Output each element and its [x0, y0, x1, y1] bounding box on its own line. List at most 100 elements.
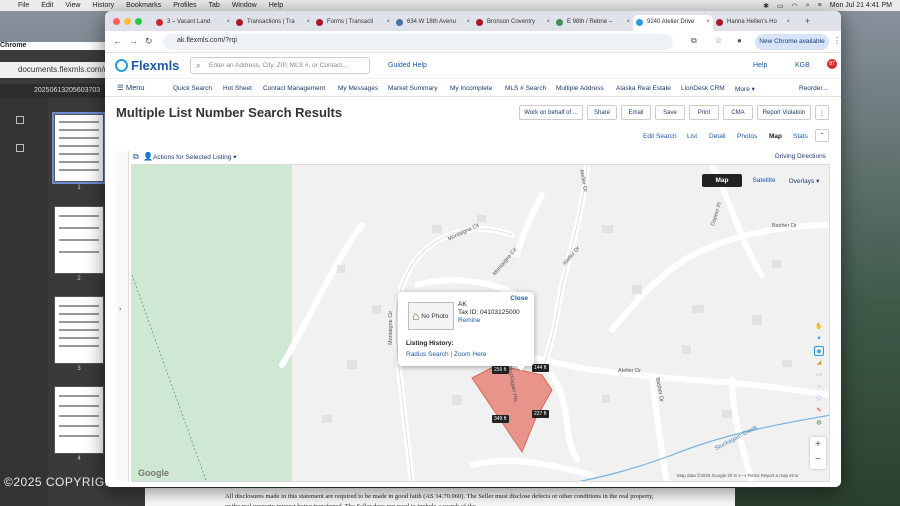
view-stats[interactable]: Stats — [793, 133, 808, 140]
zoom-here-link[interactable]: Zoom Here — [454, 351, 487, 358]
menu-help[interactable]: Help — [269, 2, 283, 9]
page-thumbnail[interactable] — [54, 206, 104, 274]
view-edit-search[interactable]: Edit Search — [643, 133, 677, 140]
circle-draw-icon[interactable]: ◉ — [814, 346, 824, 356]
forward-icon[interactable]: → — [129, 36, 138, 46]
expand-panel-chevron-icon[interactable]: › — [119, 306, 121, 313]
menu-history[interactable]: History — [92, 2, 114, 9]
menu-file[interactable]: File — [18, 2, 29, 9]
menu-view[interactable]: View — [65, 2, 80, 9]
remine-link[interactable]: Remine — [458, 317, 480, 324]
close-tab-icon[interactable]: × — [626, 19, 630, 25]
menu-bookmarks[interactable]: Bookmarks — [126, 2, 161, 9]
outline-view-icon[interactable] — [16, 144, 24, 152]
person-icon[interactable]: 👤 — [143, 152, 153, 161]
control-center-icon[interactable]: ≡ — [818, 2, 822, 9]
share-button[interactable]: Share — [587, 105, 617, 120]
menu-tab[interactable]: Tab — [209, 2, 220, 9]
zoom-window-button[interactable] — [135, 18, 142, 25]
browser-tab-active[interactable]: 9240 Atelier Drive × — [633, 15, 713, 31]
map-attribution[interactable]: Map data ©2025 Google 20 m ⟝⟞ Terms Repo… — [677, 473, 799, 478]
nav-mls-number-search[interactable]: MLS # Search — [505, 85, 546, 92]
help-menu[interactable]: Help — [753, 62, 767, 69]
browser-tab[interactable]: Transactions | Tra × — [233, 15, 313, 31]
circle-outline-icon[interactable]: ○ — [814, 382, 824, 392]
driving-directions-link[interactable]: Driving Directions — [775, 153, 826, 160]
back-icon[interactable]: ← — [113, 36, 122, 46]
guided-help-link[interactable]: Guided Help — [388, 62, 427, 69]
close-tab-icon[interactable]: × — [466, 19, 470, 25]
collapsed-side-panel[interactable]: › — [116, 151, 129, 481]
view-detail[interactable]: Detail — [709, 133, 726, 140]
nav-contact-management[interactable]: Contact Management — [263, 85, 325, 92]
nav-reorder[interactable]: Reorder... — [799, 85, 828, 92]
close-tab-icon[interactable]: × — [706, 19, 710, 25]
layers-icon[interactable]: ◍ — [814, 418, 824, 428]
bluetooth-icon[interactable]: ✱ — [763, 2, 769, 10]
more-actions-icon[interactable]: ⋮ — [815, 105, 829, 120]
eraser-icon[interactable]: ✎ — [814, 406, 824, 416]
nav-hot-sheet[interactable]: Hot Sheet — [223, 85, 252, 92]
browser-tab[interactable]: Hanna Hellen's Ho × — [713, 15, 793, 31]
popup-close-button[interactable]: Close — [510, 295, 528, 302]
reload-icon[interactable]: ↻ — [145, 36, 153, 47]
close-tab-icon[interactable]: × — [386, 19, 390, 25]
notifications-badge[interactable]: 87 — [827, 59, 837, 69]
nav-multiple-address[interactable]: Multiple Address — [556, 85, 604, 92]
open-external-icon[interactable]: ⧉ — [133, 152, 139, 162]
nav-more[interactable]: More ▾ — [735, 85, 755, 93]
menu-profiles[interactable]: Profiles — [173, 2, 196, 9]
extensions-icon[interactable]: ⧉ — [691, 36, 697, 46]
flexmls-logo[interactable]: Flexmls — [115, 58, 179, 73]
radius-search-link[interactable]: Radius Search — [406, 351, 449, 358]
print-button[interactable]: Print — [689, 105, 719, 120]
close-tab-icon[interactable]: × — [226, 19, 230, 25]
nav-market-summary[interactable]: Market Summary — [388, 85, 437, 92]
save-button[interactable]: Save — [655, 105, 685, 120]
map-type-map-button[interactable]: Map — [702, 174, 742, 187]
browser-tab[interactable]: 3 – Vacant Land × — [153, 15, 233, 31]
cma-button[interactable]: CMA — [723, 105, 753, 120]
page-thumbnail[interactable] — [52, 112, 106, 184]
close-tab-icon[interactable]: × — [786, 19, 790, 25]
profile-icon[interactable]: ● — [737, 36, 742, 45]
menu-button[interactable]: ☰ Menu — [117, 83, 145, 92]
browser-tab[interactable]: Bronson Coventry × — [473, 15, 553, 31]
menu-edit[interactable]: Edit — [41, 2, 53, 9]
thumbnail-view-icon[interactable] — [16, 116, 24, 124]
nav-my-incomplete[interactable]: My Incomplete — [450, 85, 492, 92]
view-map[interactable]: Map — [769, 133, 782, 140]
zoom-out-button[interactable]: − — [810, 452, 826, 467]
pan-hand-icon[interactable]: ✋ — [814, 322, 824, 332]
work-on-behalf-button[interactable]: Work on behalf of ... — [519, 105, 583, 120]
collapse-chevron-up-icon[interactable]: ⌃ — [815, 129, 829, 142]
nav-my-messages[interactable]: My Messages — [338, 85, 378, 92]
page-thumbnail[interactable] — [54, 296, 104, 364]
chrome-menu-icon[interactable]: ⋮ — [833, 36, 841, 45]
close-tab-icon[interactable]: × — [306, 19, 310, 25]
report-violation-button[interactable]: Report Violation — [757, 105, 811, 120]
nav-alaska-real-estate[interactable]: Alaska Real Estate — [616, 85, 671, 92]
map-canvas[interactable]: Map Satellite Overlays ▾ Atelier Dr Bash… — [131, 164, 830, 482]
battery-icon[interactable]: ▭ — [777, 2, 784, 10]
close-tab-icon[interactable]: × — [546, 19, 550, 25]
view-list[interactable]: List — [687, 133, 697, 140]
new-tab-icon[interactable]: + — [805, 16, 810, 26]
nav-liondesk-crm[interactable]: LionDesk CRM — [681, 85, 725, 92]
browser-tab[interactable]: 634 W 18th Avenu × — [393, 15, 473, 31]
menubar-clock[interactable]: Mon Jul 21 4:41 PM — [830, 2, 892, 9]
nav-quick-search[interactable]: Quick Search — [173, 85, 212, 92]
polygon-draw-icon[interactable]: ⬠ — [814, 394, 824, 404]
email-button[interactable]: Email — [621, 105, 651, 120]
actions-for-selected-dropdown[interactable]: Actions for Selected Listing ▾ — [153, 153, 236, 161]
menu-window[interactable]: Window — [232, 2, 257, 9]
overlays-dropdown[interactable]: Overlays ▾ — [784, 174, 824, 187]
browser-tab[interactable]: E 98th / Rebne – × — [553, 15, 633, 31]
location-pin-icon[interactable]: ✦ — [814, 334, 824, 344]
new-chrome-available-button[interactable]: New Chrome available — [755, 34, 829, 50]
rectangle-draw-icon[interactable]: ▭ — [814, 370, 824, 380]
spotlight-icon[interactable]: ⌕ — [806, 2, 810, 10]
wifi-icon[interactable]: ◠ — [792, 2, 798, 10]
close-window-button[interactable] — [113, 18, 120, 25]
browser-tab[interactable]: Forms | Transacti × — [313, 15, 393, 31]
